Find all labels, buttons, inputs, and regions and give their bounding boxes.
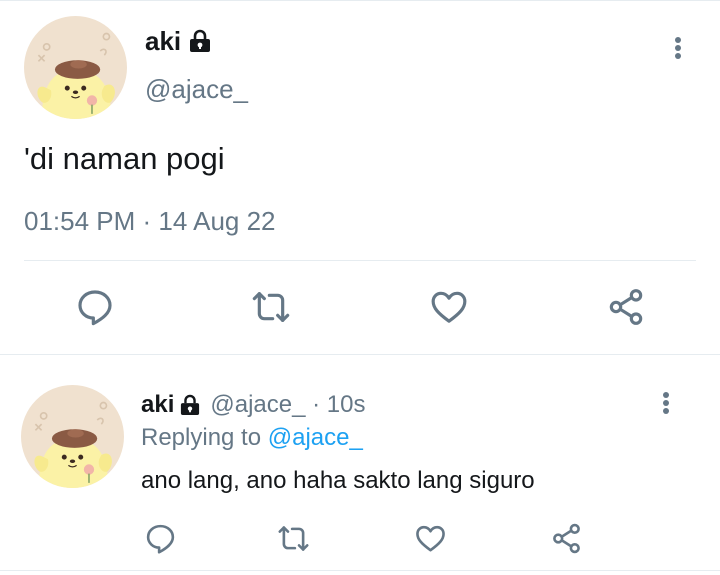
tweet-timestamp: 01:54 PM · 14 Aug 22 xyxy=(24,206,276,236)
reply-author-row: aki @ajace_ · 10s xyxy=(141,390,365,420)
replying-to-line: Replying to @ajace_ xyxy=(141,423,363,453)
reply-icon[interactable] xyxy=(70,284,120,330)
divider xyxy=(24,260,696,261)
like-icon[interactable] xyxy=(424,284,474,330)
author-avatar[interactable] xyxy=(24,16,127,119)
reply-icon[interactable] xyxy=(140,519,180,557)
share-icon[interactable] xyxy=(601,284,651,330)
reply-author-avatar[interactable] xyxy=(21,385,124,488)
author-display-name[interactable]: aki xyxy=(145,24,181,58)
reply-author-display-name[interactable]: aki xyxy=(141,390,174,420)
tweet-text: 'di naman pogi xyxy=(24,141,225,176)
retweet-icon[interactable] xyxy=(246,284,296,330)
lock-icon xyxy=(189,29,211,53)
replying-to-label: Replying to xyxy=(141,424,262,451)
share-icon[interactable] xyxy=(546,519,586,557)
author-name-row: aki xyxy=(145,24,211,58)
retweet-icon[interactable] xyxy=(273,519,313,557)
divider xyxy=(0,354,720,355)
reply-handle-time: @ajace_ · 10s xyxy=(210,391,366,418)
divider xyxy=(0,570,720,571)
top-border xyxy=(0,0,720,1)
replying-to-mention[interactable]: @ajace_ xyxy=(268,424,363,451)
reply-text: ano lang, ano haha sakto lang siguro xyxy=(141,467,535,494)
like-icon[interactable] xyxy=(410,519,450,557)
more-vertical-icon[interactable] xyxy=(658,383,674,423)
lock-icon xyxy=(180,394,200,416)
author-handle[interactable]: @ajace_ xyxy=(145,72,248,106)
more-vertical-icon[interactable] xyxy=(670,28,686,68)
